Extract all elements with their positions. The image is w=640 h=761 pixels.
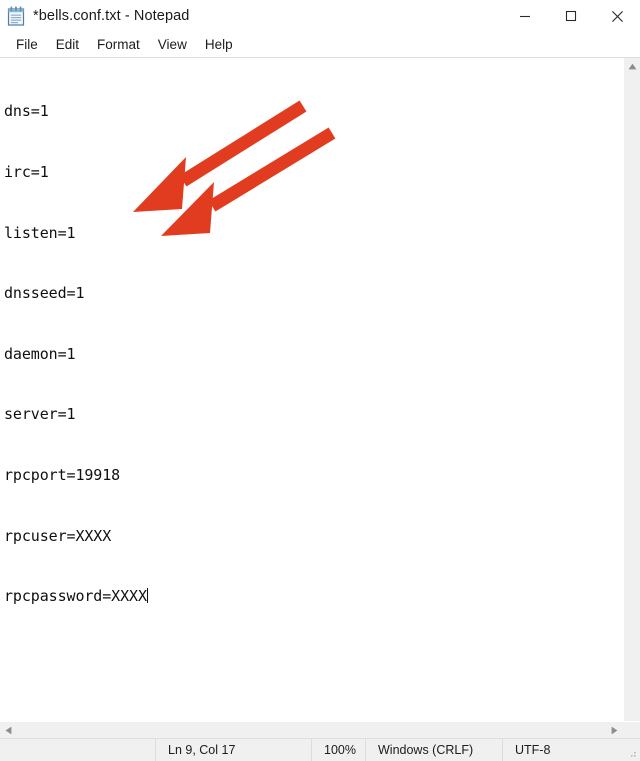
horizontal-scrollbar[interactable]: [0, 721, 640, 738]
title-bar[interactable]: *bells.conf.txt - Notepad: [0, 0, 640, 32]
text-line: irc=1: [4, 163, 49, 181]
text-row: dns=1 irc=1 listen=1 dnsseed=1 daemon=1 …: [0, 58, 640, 721]
minimize-button[interactable]: [502, 0, 548, 32]
client-area: dns=1 irc=1 listen=1 dnsseed=1 daemon=1 …: [0, 57, 640, 738]
scroll-left-button[interactable]: [0, 722, 17, 738]
menu-item-format[interactable]: Format: [88, 34, 149, 56]
menu-item-view[interactable]: View: [149, 34, 196, 56]
menu-bar: File Edit Format View Help: [0, 32, 640, 57]
horizontal-scroll-track[interactable]: [17, 722, 606, 738]
text-line: daemon=1: [4, 344, 76, 363]
status-bar: Ln 9, Col 17 100% Windows (CRLF) UTF-8: [0, 738, 640, 761]
text-caret: [146, 588, 149, 604]
notepad-window: *bells.conf.txt - Notepad File Edit Form…: [0, 0, 640, 761]
status-bar-spacer: [0, 739, 155, 761]
scroll-right-button[interactable]: [606, 722, 623, 738]
status-cursor-position: Ln 9, Col 17: [155, 738, 311, 761]
menu-item-edit[interactable]: Edit: [47, 34, 88, 56]
status-encoding: UTF-8: [502, 738, 640, 761]
text-line: listen=1: [4, 223, 76, 242]
window-controls: [502, 0, 640, 32]
status-line-ending: Windows (CRLF): [365, 738, 502, 761]
text-line: server=1: [4, 405, 76, 424]
document-text[interactable]: dns=1 irc=1 listen=1 dnsseed=1 daemon=1 …: [0, 58, 623, 647]
close-button[interactable]: [594, 0, 640, 32]
text-line: dns=1: [4, 102, 49, 121]
menu-item-help[interactable]: Help: [196, 34, 242, 56]
status-zoom-level[interactable]: 100%: [311, 738, 365, 761]
resize-grip-icon[interactable]: [627, 748, 637, 758]
vertical-scrollbar[interactable]: [623, 58, 640, 721]
text-line: dnsseed=1: [4, 284, 85, 303]
scrollbar-corner: [623, 722, 640, 738]
text-line-with-caret: rpcpassword=XXXX: [4, 586, 623, 606]
text-editor[interactable]: dns=1 irc=1 listen=1 dnsseed=1 daemon=1 …: [0, 58, 623, 721]
vertical-scroll-track[interactable]: [624, 75, 640, 721]
menu-item-file[interactable]: File: [7, 34, 47, 56]
maximize-button[interactable]: [548, 0, 594, 32]
text-line-content: rpcpassword=XXXX: [4, 587, 147, 606]
text-line: rpcport=19918: [4, 465, 121, 484]
scroll-up-button[interactable]: [624, 58, 640, 75]
window-title: *bells.conf.txt - Notepad: [33, 8, 190, 24]
notepad-document-icon: [7, 6, 25, 26]
text-line: rpcuser=XXXX: [4, 526, 112, 545]
